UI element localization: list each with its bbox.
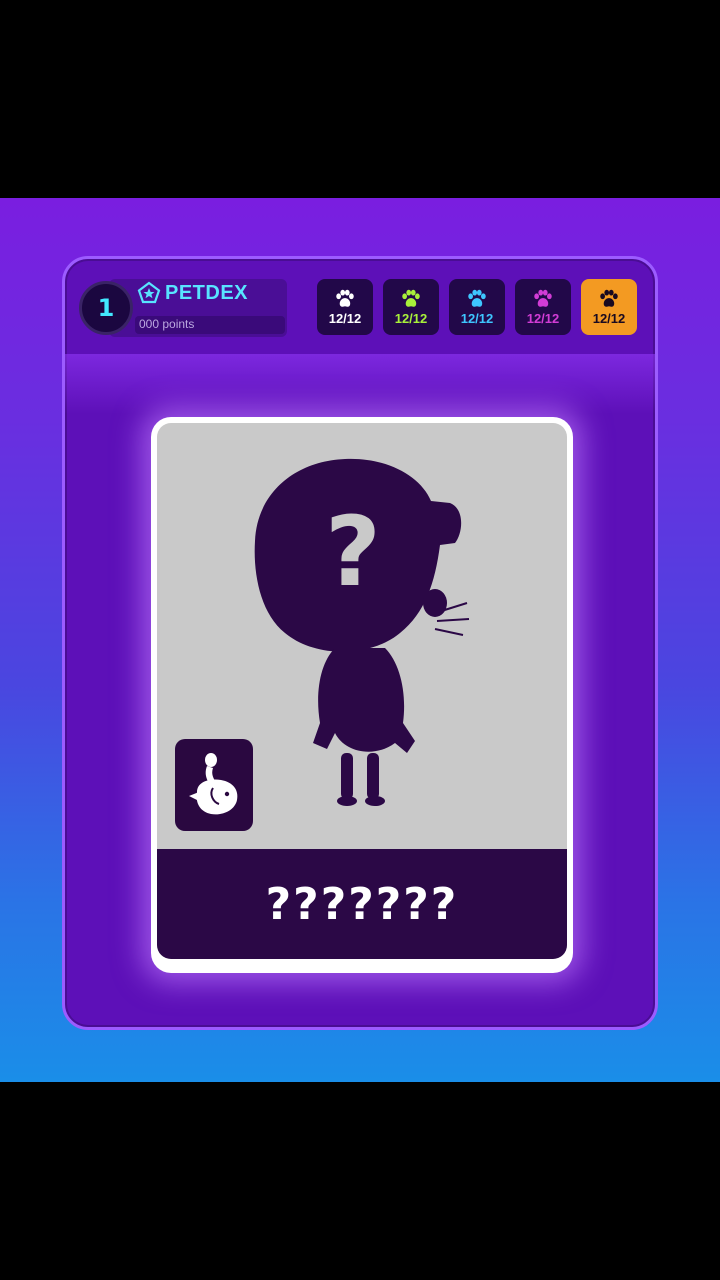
paw-icon	[336, 289, 354, 307]
collection-count: 12/12	[394, 310, 428, 326]
collection-count: 12/12	[460, 310, 494, 326]
paw-icon	[468, 289, 486, 307]
mystery-pet-silhouette: ?	[254, 458, 470, 806]
pet-card[interactable]: ? ???????	[151, 417, 573, 973]
ghost-rider-icon	[189, 753, 238, 815]
pet-card-image-area: ? ???????	[157, 423, 567, 959]
collection-tile-green[interactable]: 12/12	[383, 279, 439, 335]
level-badge: 1	[79, 281, 133, 335]
petdex-title-row[interactable]: PETDEX	[137, 281, 248, 305]
level-number: 1	[97, 294, 115, 322]
pet-type-badge[interactable]	[175, 739, 253, 831]
pentagon-star-icon	[137, 281, 161, 304]
collection-tile-white[interactable]: 12/12	[317, 279, 373, 335]
paw-icon	[600, 289, 618, 307]
collection-count: 12/12	[328, 310, 362, 326]
panel-glow	[65, 354, 655, 414]
collection-tiles: 12/12 12/12 12/12 12/12 12/12	[317, 279, 637, 335]
page-title: PETDEX	[165, 281, 249, 304]
points-label: 000 points	[139, 317, 195, 331]
collection-tile-magenta[interactable]: 12/12	[515, 279, 571, 335]
petdex-panel: 1 PETDEX 000 points 12/12 12/12 12/12 12…	[62, 256, 658, 1030]
collection-count: 12/12	[526, 310, 560, 326]
paw-icon	[402, 289, 420, 307]
pet-name: ???????	[265, 878, 459, 930]
collection-count: 12/12	[592, 310, 626, 326]
collection-tile-blue[interactable]: 12/12	[449, 279, 505, 335]
game-background: 1 PETDEX 000 points 12/12 12/12 12/12 12…	[0, 198, 720, 1082]
pet-name-bar: ???????	[157, 849, 567, 959]
paw-icon	[534, 289, 552, 307]
collection-tile-orange[interactable]: 12/12	[581, 279, 637, 335]
mystery-mark: ?	[325, 496, 381, 608]
